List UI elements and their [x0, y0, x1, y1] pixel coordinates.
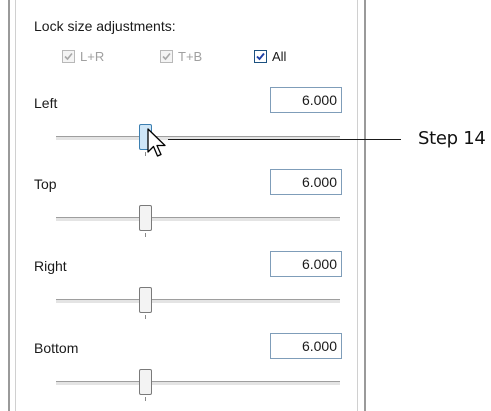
- top-slider-tick: [145, 233, 146, 237]
- size-adjustments-panel: Lock size adjustments: L+R T+B All Left …: [0, 0, 372, 411]
- checkbox-lr[interactable]: L+R: [62, 47, 104, 65]
- checkbox-lr-label: L+R: [80, 48, 105, 64]
- bottom-slider-thumb[interactable]: [139, 369, 152, 395]
- right-label: Right: [34, 258, 67, 274]
- check-icon: [162, 52, 171, 60]
- bottom-slider-tick: [145, 397, 146, 401]
- step-callout-label: Step 14: [418, 128, 486, 149]
- bottom-label: Bottom: [34, 340, 79, 356]
- top-value-field[interactable]: 6.000: [270, 169, 342, 195]
- bottom-slider-track[interactable]: [56, 381, 340, 386]
- left-slider-tick: [145, 152, 146, 156]
- checkbox-lr-box[interactable]: [62, 49, 75, 63]
- top-slider-thumb[interactable]: [139, 205, 152, 231]
- left-value-field[interactable]: 6.000: [270, 87, 342, 113]
- lock-size-title: Lock size adjustments:: [34, 18, 176, 34]
- panel-border-left-inner: [15, 0, 16, 411]
- right-value-field[interactable]: 6.000: [270, 251, 342, 277]
- top-label: Top: [34, 176, 57, 192]
- right-slider-track[interactable]: [56, 299, 340, 304]
- checkbox-all-label: All: [272, 48, 287, 64]
- panel-border-left: [8, 0, 10, 411]
- mouse-pointer-icon: [147, 128, 166, 157]
- checkbox-tb-box[interactable]: [160, 49, 173, 63]
- bottom-value-field[interactable]: 6.000: [270, 333, 342, 359]
- right-slider-thumb[interactable]: [139, 287, 152, 313]
- checkbox-all-box[interactable]: [254, 49, 267, 63]
- check-icon: [64, 52, 73, 60]
- checkbox-tb[interactable]: T+B: [160, 47, 202, 65]
- right-slider-tick: [145, 315, 146, 319]
- checkbox-tb-label: T+B: [178, 48, 203, 64]
- top-slider-track[interactable]: [56, 217, 340, 222]
- checkbox-all[interactable]: All: [254, 47, 286, 65]
- panel-border-right-inner: [357, 0, 358, 411]
- callout-line: [168, 139, 401, 140]
- check-icon: [256, 52, 265, 60]
- panel-border-right: [364, 0, 366, 411]
- left-label: Left: [34, 95, 58, 111]
